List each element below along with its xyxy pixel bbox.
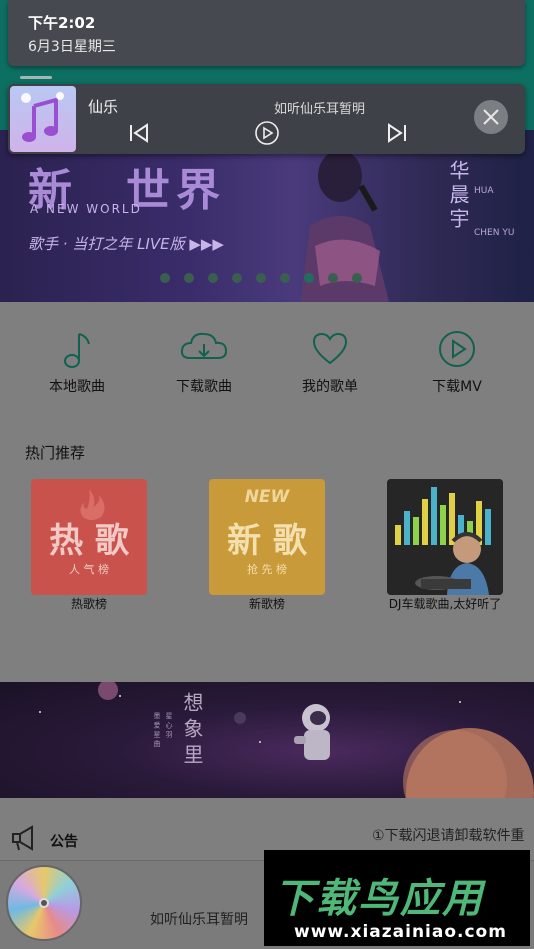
nav-label: 本地歌曲 [49, 379, 105, 395]
quick-nav: 本地歌曲 下载歌曲 我的歌单 下载MV [0, 302, 534, 420]
play-icon [255, 121, 279, 145]
notification-time: 下午2:02 [28, 14, 96, 32]
app-page: 新 世界 A NEW WORLD 歌手 · 当打之年 LIVE版 ▶▶▶ 华晨宇… [0, 0, 534, 949]
nav-downloaded-songs[interactable]: 下载歌曲 [149, 328, 259, 396]
banner-dot[interactable] [280, 273, 290, 283]
card-label[interactable]: 热歌榜 [31, 595, 147, 612]
space-banner-small-1: 星 心 羽 [165, 712, 173, 738]
equalizer-bar [449, 493, 455, 545]
equalizer-bar [485, 509, 491, 545]
banner-dot[interactable] [184, 273, 194, 283]
card-label[interactable]: 新歌榜 [209, 595, 325, 612]
close-button[interactable] [474, 100, 508, 134]
equalizer-bar [422, 499, 428, 545]
banner-singer-en-2: CHEN YU [474, 228, 515, 238]
equalizer-bar [431, 487, 437, 545]
banner-singer-en-1: HUA [474, 186, 494, 196]
card-new-text: NEW [244, 487, 290, 507]
equalizer-bar [395, 525, 401, 545]
space-banner-title: 想象里 [180, 692, 204, 770]
card-label[interactable]: DJ车载歌曲,太好听了 [380, 595, 510, 612]
card-big-text: 新 歌 [227, 521, 307, 561]
notice-text: ①下载闪退请卸载软件重 [372, 828, 525, 844]
card-new-songs[interactable]: NEW 新 歌 抢 先 榜 [209, 479, 325, 595]
notification-date: 6月3日星期三 [28, 39, 116, 55]
play-button[interactable] [254, 120, 280, 146]
card-small-text: 抢 先 榜 [247, 563, 287, 576]
mini-player-song: 如听仙乐耳暂明 [150, 912, 248, 928]
banner-dot[interactable] [352, 273, 362, 283]
watermark-brand: 下载鸟应用 [274, 876, 484, 922]
space-banner-small-2: 墨 爱 星 曲 [153, 712, 161, 747]
next-icon [388, 123, 406, 143]
nav-local-songs[interactable]: 本地歌曲 [22, 328, 132, 396]
equalizer-bar [413, 517, 419, 545]
album-art [10, 86, 76, 152]
player-song-title: 如听仙乐耳暂明 [274, 102, 366, 117]
card-small-text: 人 气 榜 [69, 563, 109, 576]
equalizer-bar [404, 511, 410, 545]
space-banner[interactable]: 想象里 星 心 羽 墨 爱 星 曲 [0, 682, 534, 798]
banner-subtitle-cn: 歌手 · 当打之年 LIVE版 ▶▶▶ [28, 235, 224, 253]
space-illustration [39, 682, 534, 798]
banner-pagination [160, 273, 362, 283]
close-icon [483, 109, 499, 125]
banner-dot[interactable] [208, 273, 218, 283]
watermark-logo: 下载鸟应用 www.xiazainiao.com [264, 850, 530, 946]
watermark-url: www.xiazainiao.com [294, 922, 507, 942]
media-notification[interactable]: 仙乐 如听仙乐耳暂明 [8, 84, 525, 154]
vinyl-disc-icon[interactable] [6, 865, 82, 941]
next-button[interactable] [384, 120, 410, 146]
promo-banner[interactable]: 新 世界 A NEW WORLD 歌手 · 当打之年 LIVE版 ▶▶▶ 华晨宇… [0, 130, 534, 302]
notice-label: 公告 [50, 834, 78, 850]
banner-dot[interactable] [328, 273, 338, 283]
dj-illustration [387, 479, 503, 595]
banner-dot[interactable] [160, 273, 170, 283]
nav-label: 我的歌单 [302, 379, 358, 395]
banner-dot[interactable] [304, 273, 314, 283]
disc-center [39, 898, 49, 908]
prev-icon [130, 123, 148, 143]
card-dj-songs[interactable] [387, 479, 503, 595]
banner-dot[interactable] [256, 273, 266, 283]
nav-downloaded-mv[interactable]: 下载MV [402, 328, 512, 396]
play-circle-icon [439, 331, 475, 367]
music-note-icon [64, 333, 90, 368]
card-big-text: 热 歌 [49, 521, 129, 561]
section-title-hot: 热门推荐 [25, 444, 86, 462]
prev-button[interactable] [126, 120, 152, 146]
heart-icon [312, 332, 348, 365]
banner-dot[interactable] [232, 273, 242, 283]
equalizer-bar [440, 505, 446, 545]
megaphone-icon [12, 825, 33, 851]
banner-subtitle-en: A NEW WORLD [30, 202, 142, 216]
nav-label: 下载歌曲 [176, 379, 232, 395]
card-hot-songs[interactable]: 热 歌 人 气 榜 [31, 479, 147, 595]
nav-my-playlists[interactable]: 我的歌单 [275, 328, 385, 396]
cloud-download-icon [180, 332, 228, 359]
player-app-name: 仙乐 [88, 98, 119, 116]
music-note-icon [21, 92, 64, 142]
drag-handle[interactable] [20, 76, 52, 79]
notification-clock: 下午2:02 6月3日星期三 [8, 0, 525, 66]
banner-singer-name: 华晨宇 [446, 160, 470, 232]
nav-label: 下载MV [432, 379, 482, 395]
